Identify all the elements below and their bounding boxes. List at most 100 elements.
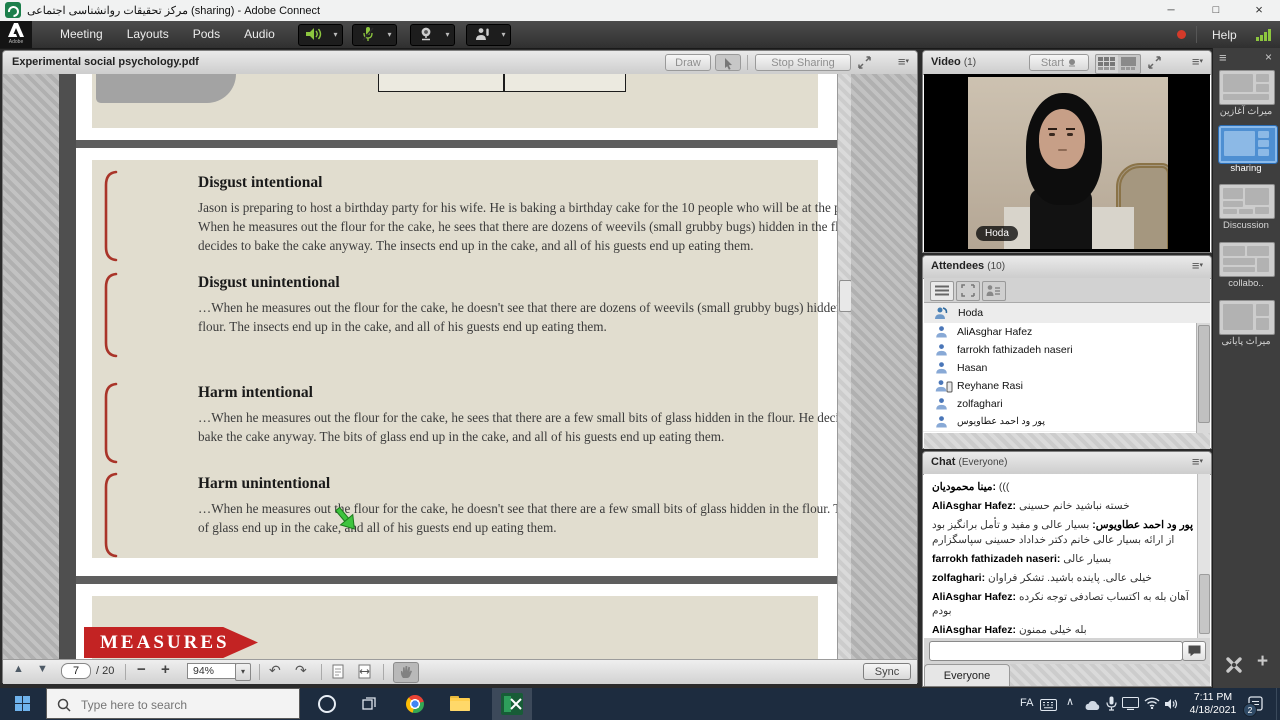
pointer-tool-button[interactable]: [715, 54, 741, 71]
tray-microphone-icon[interactable]: [1106, 696, 1117, 716]
speaker-icon: [304, 26, 324, 42]
attendee-row[interactable]: پور ود احمد عطاویوس: [923, 413, 1197, 432]
tray-clock[interactable]: 7:11 PM 4/18/2021: [1184, 691, 1242, 716]
attendee-row[interactable]: zolfaghari: [923, 395, 1197, 414]
help-menu[interactable]: Help: [1212, 28, 1237, 42]
rotate-cw-button[interactable]: ↷: [295, 662, 307, 679]
taskbar-search[interactable]: [46, 688, 300, 719]
layout-thumb-discussion[interactable]: [1219, 184, 1275, 219]
webcam-frame: Hoda: [968, 77, 1168, 249]
show-desktop-button[interactable]: [1276, 688, 1280, 720]
attendee-host-row[interactable]: Hoda: [924, 303, 1210, 324]
video-pod-count: (1): [964, 57, 976, 68]
chat-scrollbar[interactable]: [1197, 474, 1210, 638]
raise-hand-dropdown[interactable]: ▾: [497, 24, 511, 46]
zoom-dropdown-button[interactable]: ▾: [235, 663, 251, 681]
layout-label-collaboration: collabo..: [1213, 278, 1279, 289]
attendees-pod-menu-button[interactable]: ≡▾: [1192, 258, 1203, 274]
fit-page-icon: [331, 664, 345, 680]
page-up-button[interactable]: ▲: [13, 663, 24, 675]
page-down-button[interactable]: ▼: [37, 663, 48, 675]
speaker-dropdown[interactable]: ▾: [329, 24, 343, 46]
list-view-button[interactable]: [930, 281, 954, 301]
chat-input[interactable]: [929, 641, 1183, 661]
layouts-panel-close-button[interactable]: ×: [1265, 50, 1272, 64]
menu-meeting[interactable]: Meeting: [48, 21, 115, 47]
tray-volume-icon[interactable]: [1164, 697, 1178, 715]
menu-layouts[interactable]: Layouts: [115, 21, 181, 47]
add-layout-button[interactable]: +: [1257, 651, 1268, 673]
attendees-scrollbar-thumb[interactable]: [1198, 325, 1210, 423]
sync-button[interactable]: Sync: [863, 663, 911, 680]
stop-sharing-button[interactable]: Stop Sharing: [755, 54, 851, 71]
close-button[interactable]: ×: [1238, 0, 1280, 21]
pod-menu-caret: ▾: [1199, 458, 1203, 465]
send-message-button[interactable]: [1182, 641, 1206, 661]
start-button[interactable]: [0, 688, 46, 720]
tray-expand-chevron[interactable]: ∧: [1066, 695, 1074, 708]
fullscreen-button[interactable]: [857, 55, 879, 71]
video-pod-menu-button[interactable]: ≡▾: [1192, 54, 1203, 70]
maximize-button[interactable]: □: [1195, 0, 1237, 21]
filmstrip-view-icon: [1098, 57, 1116, 71]
status-view-button[interactable]: [982, 281, 1006, 301]
raise-hand-button[interactable]: [466, 24, 498, 46]
attendee-row[interactable]: AliAsghar Hafez: [923, 323, 1197, 342]
filmstrip-view-button[interactable]: [1095, 54, 1119, 74]
grid-view-button[interactable]: [1118, 54, 1141, 74]
chat-scrollbar-thumb[interactable]: [1199, 574, 1210, 634]
video-fullscreen-button[interactable]: [1147, 55, 1165, 71]
microphone-dropdown[interactable]: ▾: [383, 24, 397, 46]
pan-tool-button[interactable]: [393, 662, 419, 683]
chat-pod-menu-button[interactable]: ≡▾: [1192, 454, 1203, 470]
tray-onedrive-icon[interactable]: [1084, 698, 1101, 716]
task-view-button[interactable]: [362, 696, 378, 712]
attendee-row[interactable]: Reyhane Rasi: [923, 377, 1197, 396]
rotate-ccw-button[interactable]: ↶: [269, 662, 281, 679]
layout-thumb-5[interactable]: [1219, 300, 1275, 335]
layout-thumb-sharing[interactable]: [1219, 126, 1277, 163]
document-viewer: Disgust intentional Jason is preparing t…: [3, 74, 917, 659]
fit-page-button[interactable]: [331, 664, 345, 685]
file-explorer-icon[interactable]: [450, 696, 470, 712]
deck-edge: [59, 74, 76, 659]
attendee-row[interactable]: farrokh fathizadeh naseri: [923, 341, 1197, 360]
chrome-icon[interactable]: [406, 695, 424, 713]
fit-width-button[interactable]: [357, 664, 373, 685]
viewer-scrollbar[interactable]: [837, 74, 852, 659]
microphone-button[interactable]: [352, 24, 384, 46]
search-input[interactable]: [79, 695, 293, 715]
page-number-input[interactable]: [61, 663, 91, 679]
zoom-in-button[interactable]: +: [161, 661, 170, 678]
chat-tab-everyone[interactable]: Everyone: [924, 664, 1010, 686]
layout-options-button[interactable]: [1225, 656, 1243, 674]
chat-sender: farrokh fathizadeh naseri:: [932, 553, 1060, 565]
zoom-level-value[interactable]: 94%: [187, 663, 236, 679]
share-pod-menu-button[interactable]: ≡▾: [898, 54, 909, 70]
attendee-row[interactable]: Hasan: [923, 359, 1197, 378]
draw-button[interactable]: Draw: [665, 54, 711, 71]
tray-wifi-icon[interactable]: [1144, 696, 1160, 714]
layout-thumb-collaboration[interactable]: [1219, 242, 1275, 277]
tray-cast-icon[interactable]: [1122, 697, 1139, 715]
tray-language[interactable]: FA: [1020, 697, 1033, 709]
minimize-button[interactable]: ─: [1150, 0, 1192, 21]
zoom-out-button[interactable]: −: [137, 661, 146, 678]
connect-app-taskbar-icon[interactable]: [492, 688, 532, 720]
menu-audio[interactable]: Audio: [232, 21, 287, 47]
action-center-button[interactable]: 2: [1248, 696, 1268, 714]
layouts-panel-menu-button[interactable]: ≡: [1219, 50, 1227, 65]
attendees-scrollbar[interactable]: [1196, 323, 1210, 433]
tray-keyboard-icon[interactable]: [1040, 698, 1057, 716]
menu-pods[interactable]: Pods: [181, 21, 232, 47]
app-icon: [5, 2, 21, 18]
layout-thumb-1[interactable]: [1219, 70, 1275, 105]
speaker-button[interactable]: [298, 24, 330, 46]
breakout-view-button[interactable]: [956, 281, 980, 301]
connection-status-icon[interactable]: [1256, 29, 1272, 41]
red-bracket: [100, 272, 120, 358]
webcam-button[interactable]: [410, 24, 442, 46]
start-webcam-button[interactable]: Start: [1029, 54, 1089, 71]
webcam-dropdown[interactable]: ▾: [441, 24, 455, 46]
cortana-button[interactable]: [318, 695, 336, 713]
